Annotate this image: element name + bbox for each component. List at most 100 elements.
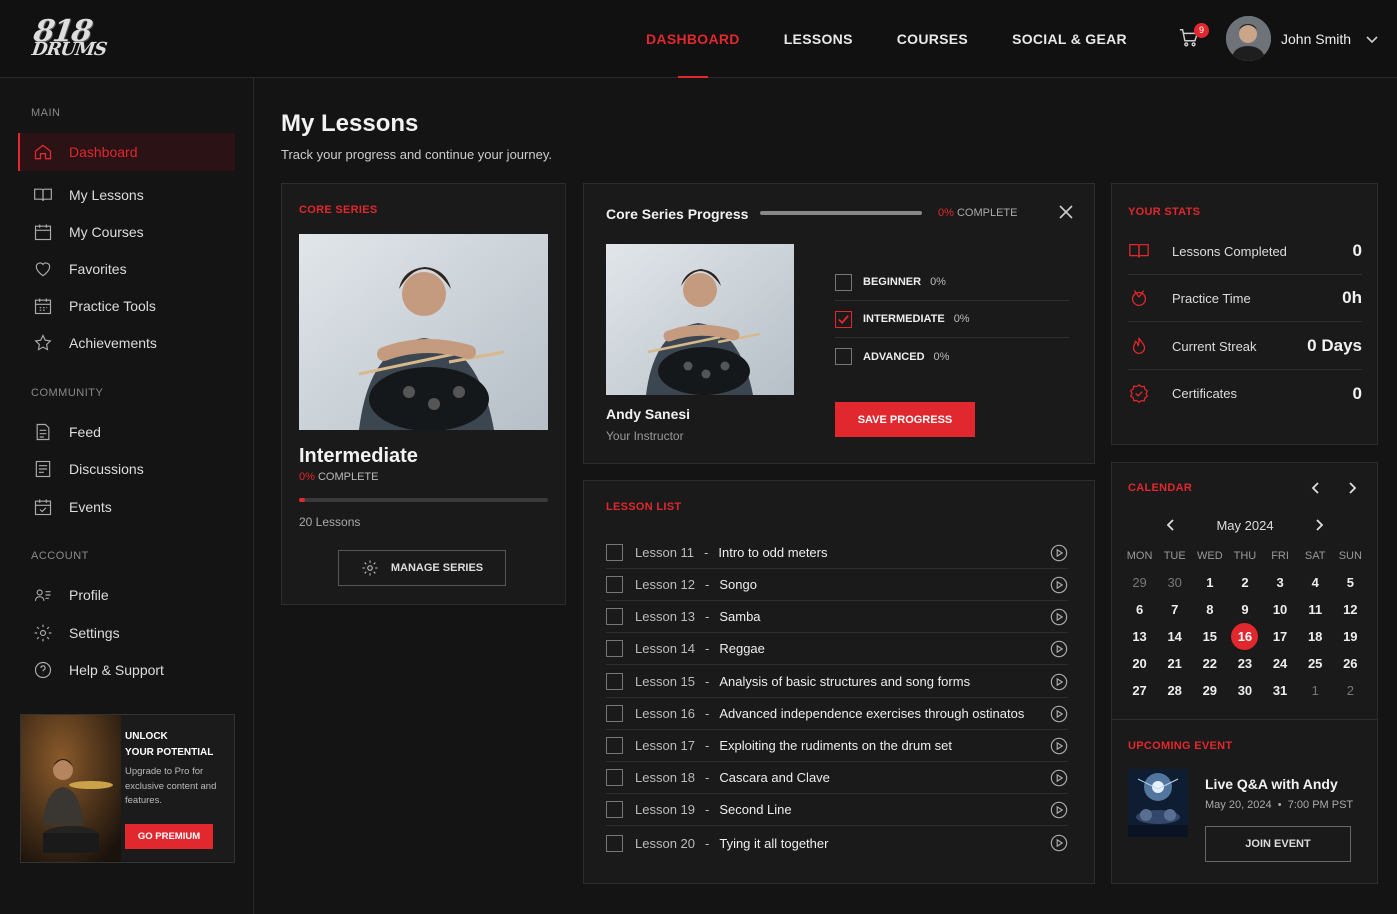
play-icon[interactable] <box>1050 769 1068 787</box>
manage-series-button[interactable]: MANAGE SERIES <box>338 550 506 586</box>
user-name[interactable]: John Smith <box>1281 31 1351 47</box>
calendar-day[interactable]: 22 <box>1192 656 1227 671</box>
calendar-day[interactable]: 10 <box>1263 602 1298 617</box>
calendar-day[interactable]: 3 <box>1263 575 1298 590</box>
calendar-day[interactable]: 29 <box>1192 683 1227 698</box>
calendar-day[interactable]: 31 <box>1263 683 1298 698</box>
sidebar-item-my-courses[interactable]: My Courses <box>18 213 235 251</box>
lesson-row[interactable]: Lesson 13- Samba <box>606 601 1068 633</box>
sidebar-item-events[interactable]: Events <box>18 488 235 526</box>
lesson-checkbox[interactable] <box>606 640 623 657</box>
calendar-day[interactable]: 18 <box>1298 629 1333 644</box>
calendar-day[interactable]: 14 <box>1157 629 1192 644</box>
lesson-checkbox[interactable] <box>606 769 623 786</box>
join-event-button[interactable]: JOIN EVENT <box>1205 826 1351 862</box>
sidebar-item-favorites[interactable]: Favorites <box>18 250 235 288</box>
level-checkbox[interactable] <box>835 273 852 291</box>
play-icon[interactable] <box>1050 673 1068 691</box>
calendar-day[interactable]: 20 <box>1122 656 1157 671</box>
level-advanced[interactable]: ADVANCED 0% <box>835 338 1069 375</box>
play-icon[interactable] <box>1050 737 1068 755</box>
sidebar-item-discussions[interactable]: Discussions <box>18 450 235 488</box>
lesson-row[interactable]: Lesson 12- Songo <box>606 569 1068 601</box>
close-icon[interactable] <box>1058 204 1074 220</box>
sidebar-item-my-lessons[interactable]: My Lessons <box>18 176 235 214</box>
sidebar-item-achievements[interactable]: Achievements <box>18 324 235 362</box>
user-avatar[interactable] <box>1226 16 1271 61</box>
nav-social-gear[interactable]: SOCIAL & GEAR <box>990 0 1149 78</box>
lesson-row[interactable]: Lesson 20- Tying it all together <box>606 827 1068 859</box>
lesson-checkbox[interactable] <box>606 608 623 625</box>
lesson-checkbox[interactable] <box>606 834 623 852</box>
lesson-checkbox[interactable] <box>606 705 623 722</box>
play-icon[interactable] <box>1050 576 1068 594</box>
play-icon[interactable] <box>1050 834 1068 852</box>
calendar-day[interactable]: 1 <box>1298 683 1333 698</box>
lesson-row[interactable]: Lesson 19- Second Line <box>606 794 1068 826</box>
level-checkbox[interactable] <box>835 348 852 365</box>
sidebar-item-settings[interactable]: Settings <box>18 614 235 652</box>
calendar-day[interactable]: 12 <box>1333 602 1368 617</box>
lesson-checkbox[interactable] <box>606 737 623 754</box>
sidebar-item-dashboard[interactable]: Dashboard <box>18 133 235 171</box>
calendar-day[interactable]: 28 <box>1157 683 1192 698</box>
calendar-day[interactable]: 15 <box>1192 629 1227 644</box>
play-icon[interactable] <box>1050 544 1068 562</box>
calendar-day[interactable]: 2 <box>1227 575 1262 590</box>
go-premium-button[interactable]: GO PREMIUM <box>125 824 213 849</box>
calendar-day[interactable]: 9 <box>1227 602 1262 617</box>
save-progress-button[interactable]: SAVE PROGRESS <box>835 402 975 437</box>
calendar-day[interactable]: 30 <box>1227 683 1262 698</box>
lesson-row[interactable]: Lesson 18- Cascara and Clave <box>606 762 1068 794</box>
lesson-row[interactable]: Lesson 11- Intro to odd meters <box>606 537 1068 569</box>
nav-courses[interactable]: COURSES <box>875 0 990 78</box>
calendar-day[interactable]: 26 <box>1333 656 1368 671</box>
calendar-day[interactable]: 5 <box>1333 575 1368 590</box>
nav-dashboard[interactable]: DASHBOARD <box>624 0 762 78</box>
calendar-day[interactable]: 11 <box>1298 602 1333 617</box>
lesson-checkbox[interactable] <box>606 801 623 818</box>
next-month-icon[interactable] <box>1312 518 1326 532</box>
lesson-row[interactable]: Lesson 16- Advanced independence exercise… <box>606 698 1068 730</box>
play-icon[interactable] <box>1050 705 1068 723</box>
calendar-day[interactable]: 2 <box>1333 683 1368 698</box>
calendar-day[interactable]: 13 <box>1122 629 1157 644</box>
calendar-day[interactable]: 30 <box>1157 575 1192 590</box>
calendar-day[interactable]: 29 <box>1122 575 1157 590</box>
level-beginner[interactable]: BEGINNER 0% <box>835 264 1069 301</box>
calendar-day[interactable]: 8 <box>1192 602 1227 617</box>
chevron-right-icon[interactable] <box>1345 481 1359 495</box>
calendar-day[interactable]: 25 <box>1298 656 1333 671</box>
chevron-left-icon[interactable] <box>1309 481 1323 495</box>
calendar-day[interactable]: 24 <box>1263 656 1298 671</box>
lesson-row[interactable]: Lesson 14- Reggae <box>606 633 1068 665</box>
chevron-down-icon[interactable] <box>1365 32 1379 46</box>
play-icon[interactable] <box>1050 801 1068 819</box>
calendar-day[interactable]: 1 <box>1192 575 1227 590</box>
calendar-day[interactable]: 27 <box>1122 683 1157 698</box>
play-icon[interactable] <box>1050 608 1068 626</box>
level-intermediate[interactable]: INTERMEDIATE 0% <box>835 301 1069 338</box>
lesson-checkbox[interactable] <box>606 673 623 690</box>
calendar-day[interactable]: 19 <box>1333 629 1368 644</box>
calendar-day[interactable]: 7 <box>1157 602 1192 617</box>
cart-button[interactable]: 9 <box>1178 23 1209 53</box>
calendar-day-today[interactable]: 16 <box>1227 623 1262 650</box>
lesson-checkbox[interactable] <box>606 544 623 561</box>
play-icon[interactable] <box>1050 640 1068 658</box>
lesson-checkbox[interactable] <box>606 576 623 593</box>
calendar-day[interactable]: 4 <box>1298 575 1333 590</box>
lesson-row[interactable]: Lesson 15- Analysis of basic structures a… <box>606 666 1068 698</box>
level-checkbox[interactable] <box>835 310 852 328</box>
site-logo[interactable]: 818 DRUMS <box>30 14 126 60</box>
sidebar-item-practice-tools[interactable]: Practice Tools <box>18 287 235 325</box>
lesson-row[interactable]: Lesson 17- Exploiting the rudiments on th… <box>606 730 1068 762</box>
calendar-day[interactable]: 6 <box>1122 602 1157 617</box>
nav-lessons[interactable]: LESSONS <box>762 0 875 78</box>
core-series-image[interactable] <box>299 234 548 430</box>
sidebar-item-help-support[interactable]: Help & Support <box>18 651 235 689</box>
calendar-day[interactable]: 17 <box>1263 629 1298 644</box>
sidebar-item-feed[interactable]: Feed <box>18 413 235 451</box>
calendar-day[interactable]: 21 <box>1157 656 1192 671</box>
sidebar-item-profile[interactable]: Profile <box>18 576 235 614</box>
